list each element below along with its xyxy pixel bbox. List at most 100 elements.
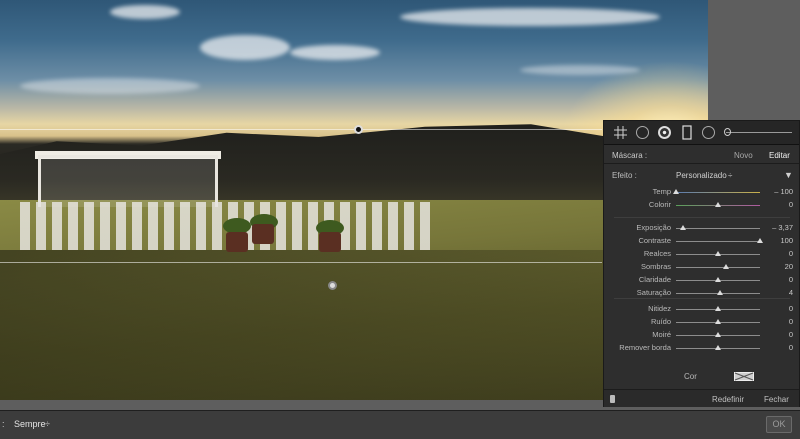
slider-value[interactable]: 0	[789, 249, 793, 258]
radial-filter-icon[interactable]	[702, 126, 715, 139]
cloud	[200, 35, 290, 60]
slider-track[interactable]	[676, 228, 760, 229]
brush-size-knob[interactable]	[724, 128, 731, 136]
slider-track[interactable]	[676, 192, 760, 193]
slider-value[interactable]: 0	[789, 330, 793, 339]
flower-pot	[252, 224, 274, 244]
tool-strip	[604, 121, 799, 145]
slider-group-divider	[614, 298, 790, 299]
slider-row: Nitidez 0	[604, 303, 799, 316]
gradient-line-top[interactable]	[0, 129, 602, 130]
slider-row: Realces 0	[604, 248, 799, 261]
slider-thumb[interactable]	[715, 277, 721, 282]
gradient-pin-top[interactable]	[354, 125, 363, 134]
cloud	[520, 65, 640, 75]
effect-dropdown-icon[interactable]: ÷	[728, 171, 732, 180]
slider-value[interactable]: 0	[789, 343, 793, 352]
mask-panel: Máscara : Novo Editar Efeito : Personali…	[603, 120, 800, 407]
slider-label: Realces	[643, 249, 671, 258]
cloud	[20, 78, 200, 94]
slider-value[interactable]: 100	[780, 236, 793, 245]
slider-value[interactable]: 20	[785, 262, 793, 271]
slider-row: Ruído 0	[604, 316, 799, 329]
ok-button[interactable]: OK	[766, 416, 792, 433]
color-swatch-icon[interactable]	[734, 372, 754, 381]
close-button[interactable]: Fechar	[764, 395, 789, 404]
slider-group-divider	[614, 217, 790, 218]
slider-row: Remover borda 0	[604, 342, 799, 355]
slider-row: Colorir 0	[604, 199, 799, 212]
graduated-filter-icon[interactable]	[682, 125, 692, 140]
redeye-icon[interactable]	[658, 126, 671, 139]
gradient-line-bottom[interactable]	[0, 262, 602, 263]
edit-mask-button[interactable]: Editar	[769, 151, 790, 160]
slider-thumb[interactable]	[673, 189, 679, 194]
slider-thumb[interactable]	[715, 345, 721, 350]
mask-label: Máscara :	[612, 151, 648, 160]
slider-label: Moiré	[652, 330, 671, 339]
color-label: Cor	[684, 372, 697, 381]
slider-thumb[interactable]	[715, 251, 721, 256]
slider-thumb[interactable]	[715, 202, 721, 207]
slider-label: Temp	[652, 187, 671, 196]
cloud	[110, 5, 180, 19]
effect-select[interactable]: Personalizado	[676, 171, 727, 180]
slider-row: Temp – 100	[604, 186, 799, 199]
panel-footer: Redefinir Fechar	[604, 389, 799, 407]
cloud	[290, 45, 380, 60]
slider-value[interactable]: 0	[789, 275, 793, 284]
slider-label: Ruído	[650, 317, 671, 326]
overlay-dropdown-icon[interactable]: ÷	[45, 419, 50, 429]
slider-value[interactable]: – 3,37	[772, 223, 793, 232]
collapse-panel-icon[interactable]: ▼	[784, 170, 793, 180]
slider-label: Colorir	[648, 200, 671, 209]
slider-value[interactable]: 0	[789, 200, 793, 209]
flower-pot	[319, 232, 341, 252]
slider-thumb[interactable]	[715, 319, 721, 324]
slider-label: Claridade	[638, 275, 671, 284]
mask-toggle-switch[interactable]	[610, 395, 615, 403]
color-row: Cor	[604, 370, 799, 384]
slider-label: Nitidez	[648, 304, 671, 313]
slider-label: Remover borda	[619, 343, 671, 352]
app-window: Máscara : Novo Editar Efeito : Personali…	[0, 0, 800, 439]
reset-button[interactable]: Redefinir	[712, 395, 744, 404]
slider-row: Contraste 100	[604, 235, 799, 248]
slider-thumb[interactable]	[757, 238, 763, 243]
overlay-menu-colon: :	[2, 419, 5, 429]
mask-row: Máscara : Novo Editar	[604, 146, 799, 164]
slider-label: Sombras	[640, 262, 671, 271]
slider-thumb[interactable]	[723, 264, 730, 269]
slider-thumb[interactable]	[715, 306, 721, 311]
effect-row: Efeito : Personalizado ÷ ▼	[604, 169, 799, 183]
show-overlay-select[interactable]: Sempre	[14, 419, 46, 429]
effect-label: Efeito :	[612, 171, 637, 180]
slider-row: Sombras 20	[604, 261, 799, 274]
slider-track[interactable]	[676, 241, 760, 242]
bottom-toolbar: : Sempre ÷ OK	[0, 410, 800, 439]
slider-thumb[interactable]	[716, 290, 723, 295]
brush-size-slider[interactable]	[726, 132, 792, 133]
new-mask-button[interactable]: Novo	[734, 151, 753, 160]
slider-value[interactable]: 4	[789, 288, 793, 297]
slider-value[interactable]: – 100	[774, 187, 793, 196]
slider-row: Claridade 0	[604, 274, 799, 287]
slider-row: Exposição – 3,37	[604, 222, 799, 235]
tent	[38, 155, 218, 207]
slider-row: Moiré 0	[604, 329, 799, 342]
slider-label: Contraste	[638, 236, 671, 245]
slider-thumb[interactable]	[715, 332, 721, 337]
slider-value[interactable]: 0	[789, 304, 793, 313]
flower-pot	[226, 232, 248, 252]
slider-value[interactable]: 0	[789, 317, 793, 326]
spot-removal-icon[interactable]	[636, 126, 649, 139]
lawn-shadow	[0, 250, 708, 400]
slider-track[interactable]	[676, 267, 760, 268]
photo-canvas[interactable]	[0, 0, 708, 400]
slider-label: Exposição	[636, 223, 671, 232]
gradient-pin-center[interactable]	[328, 281, 337, 290]
cloud	[400, 8, 660, 26]
grid-icon[interactable]	[614, 126, 627, 139]
slider-label: Saturação	[636, 288, 671, 297]
slider-thumb[interactable]	[679, 225, 686, 230]
